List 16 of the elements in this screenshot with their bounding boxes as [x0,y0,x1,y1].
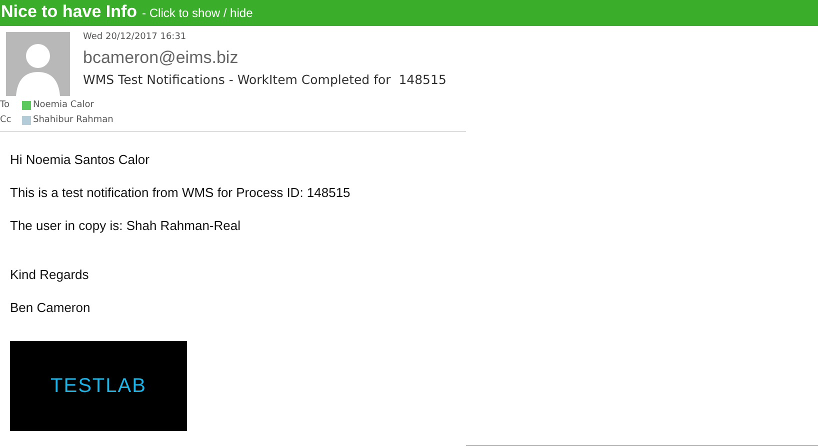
avatar-icon [6,32,70,96]
subject-line: WMS Test Notifications - WorkItem Completed for 148515 [83,72,446,87]
closing-line: Kind Regards [10,267,90,282]
company-logo: TESTLAB [10,341,187,431]
field-label: To [0,100,10,110]
recipient-name[interactable]: Noemia Calor [33,100,94,110]
sender-address: bcameron@eims.biz [83,48,240,68]
body-paragraph: Hi Noemia Santos Calor [10,152,150,167]
banner-title: Nice to have Info [1,2,138,22]
body-paragraph: This is a test notification from WMS for Process ID: 148515 [10,185,352,200]
sent-date: Wed 20/12/2017 16:31 [83,32,188,42]
banner-hint: - Click to show / hide [142,6,253,20]
closing-line: Ben Cameron [10,300,92,315]
body-paragraph: The user in copy is: Shah Rahman-Real [10,218,242,233]
recipient-name[interactable]: Shahibur Rahman [33,115,114,125]
field-label: Cc [0,115,12,125]
